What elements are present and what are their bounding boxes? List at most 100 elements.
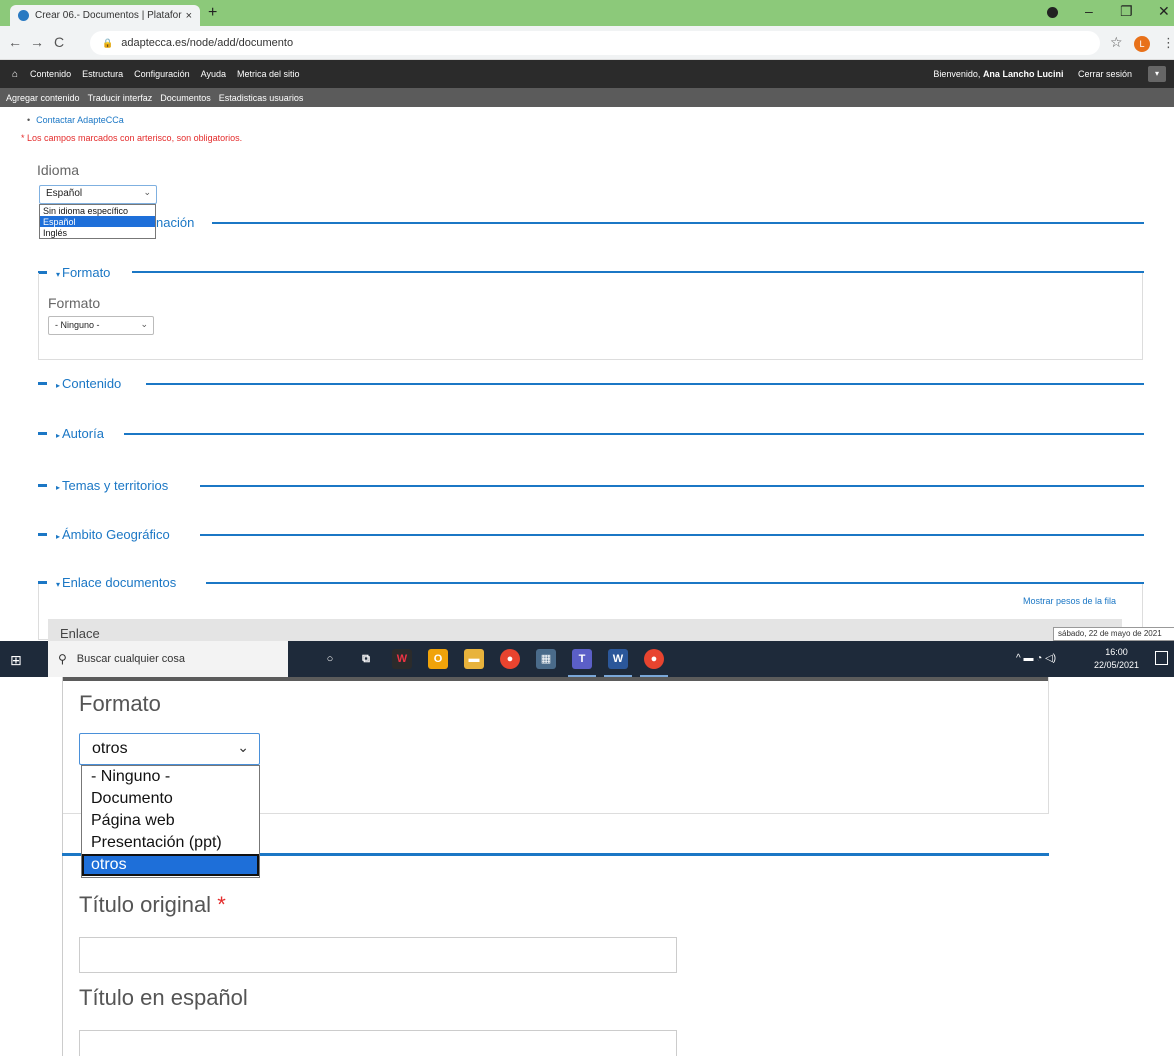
fieldset-rule bbox=[146, 383, 1144, 385]
fieldset-left-border bbox=[62, 677, 63, 1056]
idioma-label: Idioma bbox=[37, 162, 80, 178]
notifications-icon[interactable] bbox=[1155, 651, 1168, 665]
windows-taskbar: ⊞ ⚲ Buscar cualquier cosa ○ ⧉ W O ▬ ● ▦ … bbox=[0, 641, 1174, 677]
outlook-icon[interactable]: O bbox=[428, 649, 448, 669]
system-tray-icons[interactable]: ^ ▬ ◔ ◁) bbox=[1016, 653, 1056, 664]
user-name[interactable]: Ana Lancho Lucini bbox=[983, 69, 1064, 79]
caret-right-icon: ▸ bbox=[56, 532, 61, 541]
task-view-icon[interactable]: ⧉ bbox=[356, 649, 376, 669]
admin-menu-bar: ⌂ Contenido Estructura Configuración Ayu… bbox=[0, 60, 1174, 88]
fieldset-rule bbox=[124, 433, 1144, 435]
admin-user-area: Bienvenido, Ana Lancho Lucini Cerrar ses… bbox=[933, 69, 1132, 79]
caret-right-icon: ▸ bbox=[56, 483, 61, 492]
taskbar-search-input[interactable]: ⚲ Buscar cualquier cosa bbox=[48, 641, 288, 677]
collapse-dash-icon bbox=[38, 533, 47, 536]
browser-menu-icon[interactable]: ⋮ bbox=[1162, 35, 1174, 51]
close-tab-icon[interactable]: × bbox=[186, 10, 192, 22]
admin-menu-ayuda[interactable]: Ayuda bbox=[201, 69, 226, 79]
chevron-down-icon: ⌄ bbox=[143, 187, 151, 197]
home-icon[interactable]: ⌂ bbox=[12, 69, 18, 80]
browser-tab[interactable]: Crear 06.- Documentos | Platafor × bbox=[10, 5, 200, 26]
caret-right-icon: ▸ bbox=[56, 431, 61, 440]
bookmark-star-icon[interactable]: ☆ bbox=[1110, 34, 1123, 51]
admin-menu-estructura[interactable]: Estructura bbox=[82, 69, 123, 79]
idioma-select[interactable]: Español ⌄ bbox=[39, 185, 157, 204]
fieldset-temas-title[interactable]: ▸ Temas y territorios bbox=[56, 478, 168, 493]
enlace-header-label: Enlace bbox=[60, 626, 100, 641]
taskbar-clock[interactable]: 16:00 22/05/2021 bbox=[1094, 646, 1139, 672]
file-explorer-icon[interactable]: ▬ bbox=[464, 649, 484, 669]
close-window-icon[interactable]: ✕ bbox=[1158, 3, 1170, 20]
fieldset-rule bbox=[212, 222, 1144, 224]
date-tooltip: sábado, 22 de mayo de 2021 bbox=[1053, 627, 1174, 641]
cortana-icon[interactable]: ○ bbox=[320, 649, 340, 669]
titulo-original-label: Título original * bbox=[79, 892, 226, 918]
reload-icon[interactable]: C bbox=[54, 34, 64, 50]
fieldset-informacion-title[interactable]: nación bbox=[156, 215, 194, 230]
fieldset-autoria-label: Autoría bbox=[62, 426, 104, 441]
formato-fieldset-box bbox=[38, 273, 1143, 360]
titulo-original-input[interactable] bbox=[79, 937, 677, 973]
titulo-espanol-input[interactable] bbox=[79, 1030, 677, 1056]
taskbar-search-placeholder: Buscar cualquier cosa bbox=[76, 653, 186, 665]
url-input[interactable]: 🔒 adaptecca.es/node/add/documento bbox=[90, 31, 1100, 55]
formato-select[interactable]: - Ninguno - ⌄ bbox=[48, 316, 154, 335]
collapse-dash-icon bbox=[38, 382, 47, 385]
minimize-icon[interactable]: – bbox=[1085, 3, 1093, 19]
shortcut-bar: Agregar contenido Traducir interfaz Docu… bbox=[0, 88, 1174, 107]
forward-icon[interactable]: → bbox=[30, 34, 44, 50]
formato-value-zoomed: otros bbox=[92, 740, 128, 757]
restore-icon[interactable]: ❐ bbox=[1120, 3, 1133, 20]
word-icon[interactable]: W bbox=[604, 649, 632, 677]
formato-option[interactable]: Página web bbox=[82, 810, 259, 832]
admin-menu-contenido[interactable]: Contenido bbox=[30, 69, 71, 79]
fieldset-ambito-label: Ámbito Geográfico bbox=[62, 527, 170, 542]
page-content: Contactar AdapteCCa * Los campos marcado… bbox=[0, 107, 1174, 641]
contact-link[interactable]: Contactar AdapteCCa bbox=[27, 115, 124, 125]
caret-right-icon: ▸ bbox=[56, 381, 61, 390]
collapse-dash-icon bbox=[38, 484, 47, 487]
required-note: * Los campos marcados con arterisco, son… bbox=[21, 133, 243, 143]
idioma-option[interactable]: Inglés bbox=[40, 227, 155, 238]
shortcut-agregar-contenido[interactable]: Agregar contenido bbox=[6, 93, 80, 103]
formato-dropdown-list: - Ninguno - Documento Página web Present… bbox=[81, 765, 260, 878]
collapse-dash-icon bbox=[38, 432, 47, 435]
show-row-weights-link[interactable]: Mostrar pesos de la fila bbox=[1023, 596, 1116, 606]
chrome-icon[interactable]: ● bbox=[500, 649, 520, 669]
titulo-espanol-label: Título en español bbox=[79, 985, 248, 1010]
back-icon[interactable]: ← bbox=[8, 34, 22, 50]
formato-label: Formato bbox=[48, 295, 101, 311]
record-icon bbox=[1047, 7, 1058, 18]
chrome-active-icon[interactable]: ● bbox=[640, 649, 668, 677]
admin-menu-configuracion[interactable]: Configuración bbox=[134, 69, 190, 79]
admin-menu-metrica[interactable]: Metrica del sitio bbox=[237, 69, 300, 79]
teams-icon[interactable]: T bbox=[568, 649, 596, 677]
url-text: adaptecca.es/node/add/documento bbox=[121, 37, 294, 49]
tab-title: Crear 06.- Documentos | Platafor bbox=[35, 10, 182, 21]
fieldset-contenido-title[interactable]: ▸ Contenido bbox=[56, 376, 121, 391]
browser-screenshot: Crear 06.- Documentos | Platafor × + – ❐… bbox=[0, 0, 1174, 677]
formato-option[interactable]: - Ninguno - bbox=[82, 766, 259, 788]
formato-option[interactable]: Documento bbox=[82, 788, 259, 810]
idioma-option-selected[interactable]: Español bbox=[40, 216, 155, 227]
logout-link[interactable]: Cerrar sesión bbox=[1078, 69, 1132, 79]
new-tab-button[interactable]: + bbox=[208, 4, 217, 22]
shortcut-traducir-interfaz[interactable]: Traducir interfaz bbox=[88, 93, 153, 103]
clock-date: 22/05/2021 bbox=[1094, 660, 1140, 670]
profile-avatar[interactable]: L bbox=[1134, 36, 1150, 52]
shortcut-documentos[interactable]: Documentos bbox=[160, 93, 211, 103]
formato-option-selected[interactable]: otros bbox=[82, 854, 259, 876]
fieldset-contenido-label: Contenido bbox=[62, 376, 122, 391]
fieldset-ambito-title[interactable]: ▸ Ámbito Geográfico bbox=[56, 527, 170, 542]
formato-option[interactable]: Presentación (ppt) bbox=[82, 832, 259, 854]
clock-time: 16:00 bbox=[1105, 647, 1128, 657]
fieldset-autoria-title[interactable]: ▸ Autoría bbox=[56, 426, 104, 441]
app-w-icon[interactable]: W bbox=[392, 649, 412, 669]
formato-select-zoomed[interactable]: otros ⌄ bbox=[79, 733, 260, 765]
idioma-option[interactable]: Sin idioma específico bbox=[40, 205, 155, 216]
shortcut-toggle-icon[interactable]: ▾ bbox=[1148, 66, 1166, 82]
shortcut-estadisticas[interactable]: Estadisticas usuarios bbox=[219, 93, 304, 103]
calculator-icon[interactable]: ▦ bbox=[536, 649, 556, 669]
windows-start-icon[interactable]: ⊞ bbox=[10, 652, 22, 669]
enlace-table-header: Enlace bbox=[48, 619, 1122, 641]
